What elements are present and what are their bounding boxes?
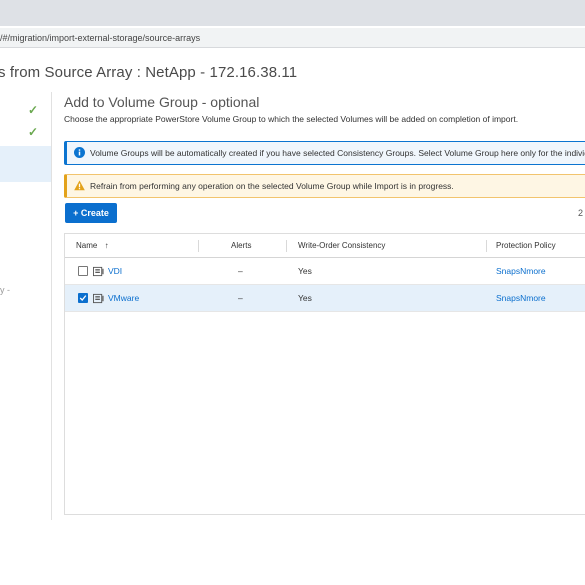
warning-banner-text: Refrain from performing any operation on… bbox=[90, 181, 454, 191]
wizard-steps-panel: ✓ ✓ y - bbox=[0, 92, 52, 520]
warning-icon bbox=[74, 180, 85, 191]
row-checkbox[interactable] bbox=[78, 266, 88, 276]
info-icon bbox=[74, 147, 85, 158]
table-row[interactable]: VDI – Yes SnapsNmore bbox=[65, 258, 585, 285]
column-header-protection-policy[interactable]: Protection Policy bbox=[496, 234, 556, 258]
info-banner: Volume Groups will be automatically crea… bbox=[64, 141, 585, 165]
item-count: 2 bbox=[578, 208, 584, 218]
column-header-name-label: Name bbox=[76, 241, 98, 250]
create-button[interactable]: + Create bbox=[65, 203, 117, 223]
address-bar[interactable]: /#/migration/import-external-storage/sou… bbox=[0, 28, 585, 48]
table-header: Name ↑ Alerts Write-Order Consistency Pr… bbox=[65, 234, 585, 258]
column-header-alerts[interactable]: Alerts bbox=[231, 234, 251, 258]
column-divider[interactable] bbox=[486, 240, 487, 252]
column-header-write-order-consistency[interactable]: Write-Order Consistency bbox=[298, 234, 385, 258]
write-order-value: Yes bbox=[298, 293, 312, 303]
browser-tab-strip bbox=[0, 0, 585, 26]
column-divider[interactable] bbox=[286, 240, 287, 252]
volume-group-icon bbox=[93, 266, 104, 277]
info-banner-text: Volume Groups will be automatically crea… bbox=[90, 148, 585, 158]
protection-policy-link[interactable]: SnapsNmore bbox=[496, 258, 546, 285]
row-checkbox-checked[interactable] bbox=[78, 293, 88, 303]
volume-group-name-link[interactable]: VDI bbox=[108, 258, 122, 285]
write-order-value: Yes bbox=[298, 266, 312, 276]
volume-group-name-link[interactable]: VMware bbox=[108, 285, 139, 312]
column-divider[interactable] bbox=[198, 240, 199, 252]
step-complete-check-icon: ✓ bbox=[28, 125, 39, 139]
column-header-name[interactable]: Name ↑ bbox=[76, 234, 109, 258]
section-title: Add to Volume Group - optional bbox=[64, 94, 260, 110]
checkmark-icon bbox=[79, 295, 87, 301]
page-title: s from Source Array : NetApp - 172.16.38… bbox=[0, 64, 298, 81]
volume-group-table: Name ↑ Alerts Write-Order Consistency Pr… bbox=[64, 233, 585, 515]
protection-policy-link[interactable]: SnapsNmore bbox=[496, 285, 546, 312]
alerts-value: – bbox=[238, 266, 243, 276]
sort-ascending-icon[interactable]: ↑ bbox=[105, 241, 109, 250]
warning-banner: Refrain from performing any operation on… bbox=[64, 174, 585, 198]
truncated-step-label: y - bbox=[0, 285, 10, 295]
url-text[interactable]: /#/migration/import-external-storage/sou… bbox=[0, 33, 200, 43]
wizard-step-active[interactable] bbox=[0, 146, 51, 182]
alerts-value: – bbox=[238, 293, 243, 303]
table-row[interactable]: VMware – Yes SnapsNmore bbox=[65, 285, 585, 312]
step-complete-check-icon: ✓ bbox=[28, 103, 39, 117]
section-description: Choose the appropriate PowerStore Volume… bbox=[64, 114, 519, 124]
volume-group-icon bbox=[93, 293, 104, 304]
